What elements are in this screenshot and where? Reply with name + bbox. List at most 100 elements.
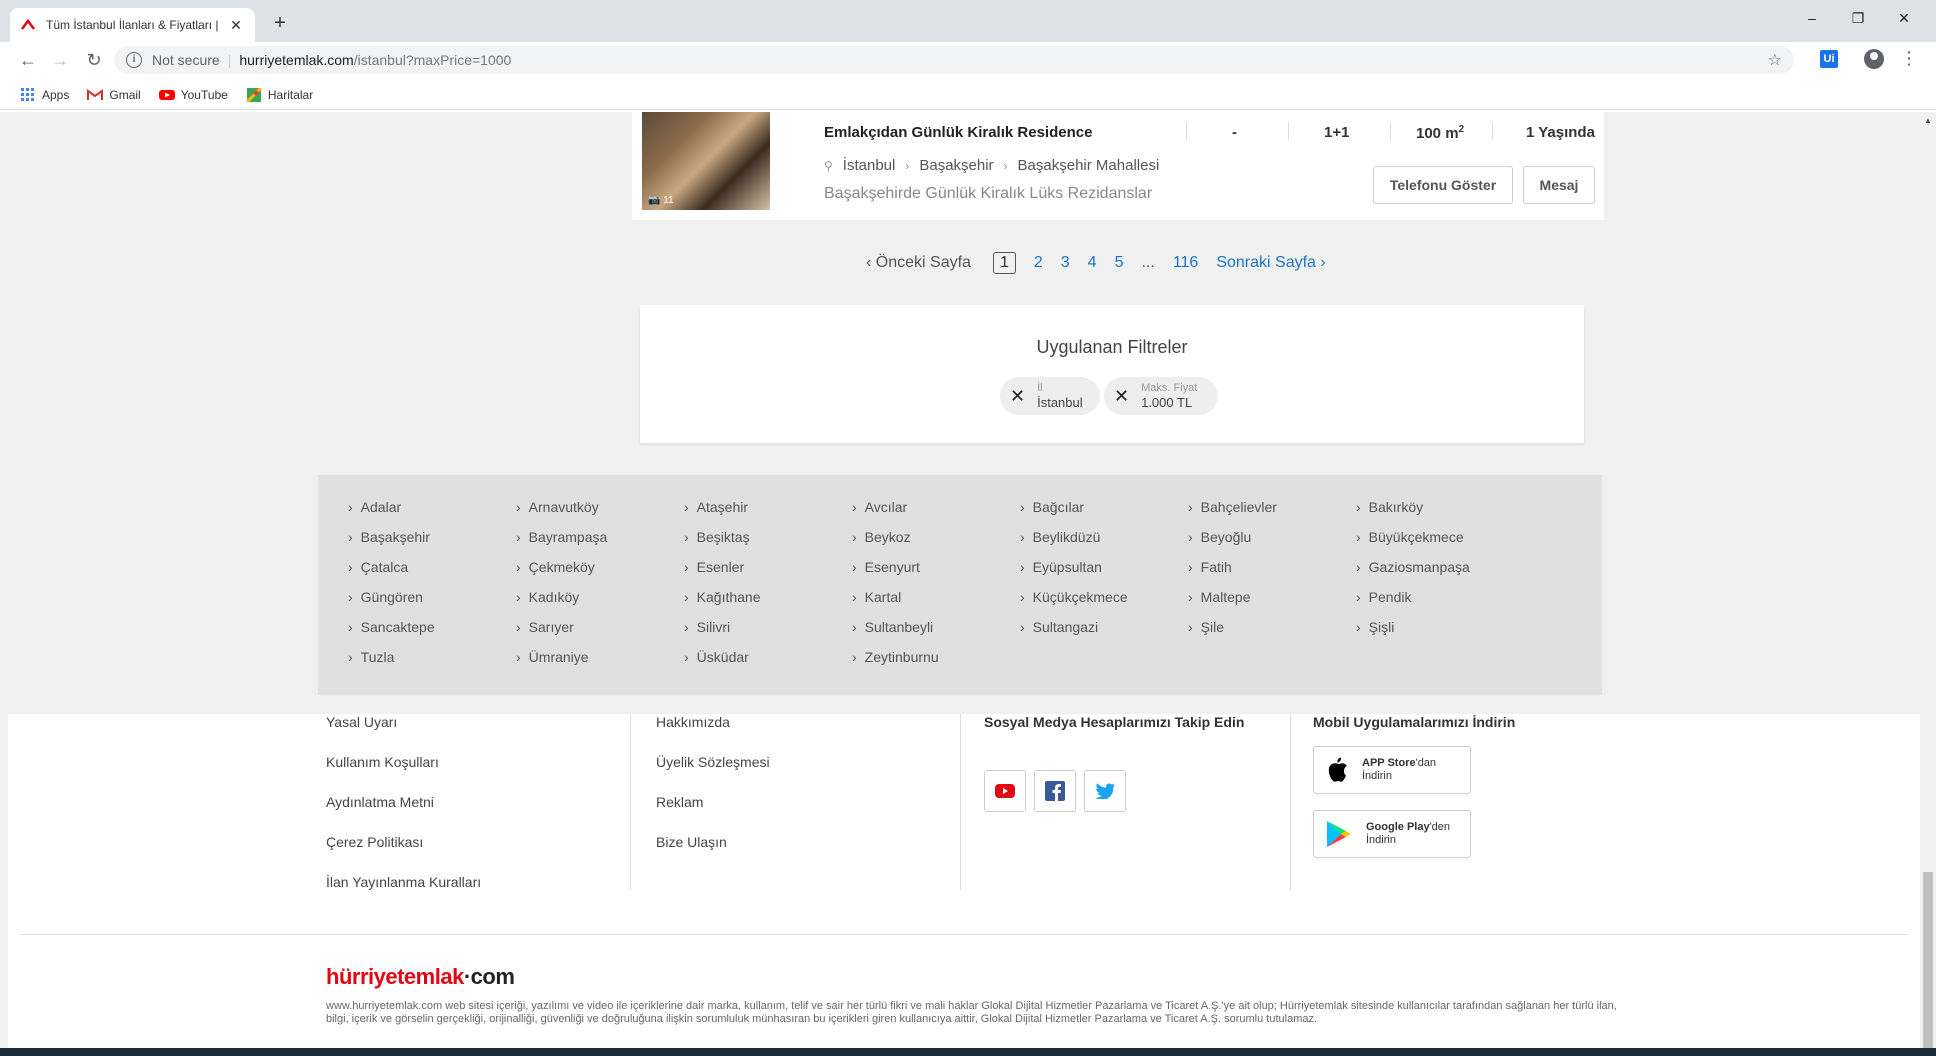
district-link[interactable]: Güngören [348, 589, 423, 605]
listing-title[interactable]: Emlakçıdan Günlük Kiralık Residence [824, 124, 1092, 141]
footer-link-about[interactable]: Hakkımızda [656, 714, 730, 730]
page-5-button[interactable]: 5 [1115, 254, 1124, 272]
twitter-social-button[interactable] [1084, 770, 1126, 812]
page-scrollbar[interactable]: ▲ [1920, 112, 1936, 1056]
hurriyetemlak-logo[interactable]: hürriyetemlak·com [326, 964, 515, 990]
bookmark-star-icon[interactable]: ☆ [1768, 50, 1782, 70]
applied-filters-heading: Uygulanan Filtreler [1036, 337, 1188, 357]
district-link[interactable]: Büyükçekmece [1356, 529, 1464, 545]
filter-chip-value: 1.000 TL [1141, 395, 1193, 410]
district-link[interactable]: Küçükçekmece [1020, 589, 1128, 605]
window-close-icon[interactable]: ✕ [1884, 10, 1924, 27]
remove-filter-icon[interactable]: ✕ [1010, 386, 1025, 407]
district-link[interactable]: Arnavutköy [516, 499, 599, 515]
district-link[interactable]: Çatalca [348, 559, 408, 575]
back-icon[interactable]: ← [16, 48, 40, 72]
bookmark-apps[interactable]: Apps [20, 87, 69, 102]
district-link[interactable]: Esenyurt [852, 559, 920, 575]
scrollbar-thumb[interactable] [1923, 872, 1933, 1050]
youtube-social-button[interactable] [984, 770, 1026, 812]
district-link[interactable]: Esenler [684, 559, 744, 575]
location-city[interactable]: İstanbul [843, 157, 896, 174]
show-phone-button[interactable]: Telefonu Göster [1373, 166, 1513, 204]
district-link[interactable]: Zeytinburnu [852, 649, 939, 665]
district-link[interactable]: Tuzla [348, 649, 395, 665]
os-taskbar [0, 1048, 1936, 1056]
district-link[interactable]: Silivri [684, 619, 730, 635]
district-link[interactable]: Ataşehir [684, 499, 748, 515]
district-link[interactable]: Üsküdar [684, 649, 749, 665]
district-link[interactable]: Ümraniye [516, 649, 589, 665]
browser-tab[interactable]: Tüm İstanbul İlanları & Fiyatları | ✕ [10, 8, 255, 42]
district-link[interactable]: Bayrampaşa [516, 529, 608, 545]
address-bar[interactable]: i Not secure | hurriyetemlak.com /istanb… [114, 46, 1794, 74]
footer-link-contact[interactable]: Bize Ulaşın [656, 834, 727, 850]
browser-menu-icon[interactable]: ⋮ [1900, 48, 1918, 69]
district-link[interactable]: Bakırköy [1356, 499, 1423, 515]
remove-filter-icon[interactable]: ✕ [1114, 386, 1129, 407]
district-link[interactable]: Şişli [1356, 619, 1395, 635]
forward-icon[interactable]: → [48, 48, 72, 72]
district-link[interactable]: Bağcılar [1020, 499, 1084, 515]
district-link[interactable]: Sultangazi [1020, 619, 1098, 635]
district-link[interactable]: Kadıköy [516, 589, 580, 605]
district-link[interactable]: Çekmeköy [516, 559, 595, 575]
listing-description[interactable]: Başakşehirde Günlük Kiralık Lüks Rezidan… [824, 185, 1152, 203]
app-store-button[interactable]: APP Store'dan İndirin [1313, 746, 1471, 794]
location-district[interactable]: Başakşehir [919, 157, 993, 174]
filter-chip-city[interactable]: ✕ İl İstanbul [1000, 377, 1100, 415]
scroll-up-arrow-icon[interactable]: ▲ [1924, 116, 1932, 125]
district-link[interactable]: Beylikdüzü [1020, 529, 1101, 545]
district-link[interactable]: Sultanbeyli [852, 619, 934, 635]
bookmark-youtube[interactable]: YouTube [158, 88, 228, 102]
footer-link-cookie-policy[interactable]: Çerez Politikası [326, 834, 423, 850]
district-link[interactable]: Beyoğlu [1188, 529, 1252, 545]
district-link[interactable]: Kartal [852, 589, 902, 605]
google-play-button[interactable]: Google Play'den İndirin [1313, 810, 1471, 858]
bookmark-maps[interactable]: Haritalar [245, 87, 313, 102]
restore-icon[interactable]: ❐ [1838, 10, 1878, 27]
district-link[interactable]: Bahçelievler [1188, 499, 1277, 515]
district-link[interactable]: Avcılar [852, 499, 908, 515]
district-link[interactable]: Sancaktepe [348, 619, 435, 635]
footer-link-legal-warning[interactable]: Yasal Uyarı [326, 714, 397, 730]
footer-link-listing-rules[interactable]: İlan Yayınlanma Kuralları [326, 874, 481, 890]
page-last-button[interactable]: 116 [1173, 254, 1199, 272]
listing-photo[interactable]: 📷 11 [642, 112, 770, 210]
page-1-button[interactable]: 1 [992, 252, 1016, 274]
footer-link-terms[interactable]: Kullanım Koşulları [326, 754, 439, 770]
district-link[interactable]: Şile [1188, 619, 1224, 635]
minimize-icon[interactable]: – [1792, 10, 1832, 26]
district-link[interactable]: Pendik [1356, 589, 1412, 605]
next-page-link[interactable]: Sonraki Sayfa › [1216, 254, 1325, 272]
filter-chip-max-price[interactable]: ✕ Maks. Fiyat 1.000 TL [1104, 377, 1218, 415]
profile-icon[interactable] [1864, 49, 1884, 69]
extension-ui-icon[interactable]: Ui [1820, 50, 1838, 68]
new-tab-icon[interactable]: + [268, 12, 292, 35]
listing-card[interactable]: 📷 11 Emlakçıdan Günlük Kiralık Residence… [632, 112, 1604, 220]
footer-link-advertising[interactable]: Reklam [656, 794, 703, 810]
district-link[interactable]: Beykoz [852, 529, 911, 545]
district-link[interactable]: Gaziosmanpaşa [1356, 559, 1470, 575]
district-link[interactable]: Beşiktaş [684, 529, 750, 545]
district-link[interactable]: Kağıthane [684, 589, 761, 605]
location-neighborhood[interactable]: Başakşehir Mahallesi [1018, 157, 1160, 174]
page-4-button[interactable]: 4 [1088, 254, 1097, 272]
reload-icon[interactable]: ↻ [82, 48, 106, 72]
info-icon[interactable]: i [126, 52, 142, 68]
facebook-social-button[interactable] [1034, 770, 1076, 812]
message-button[interactable]: Mesaj [1523, 166, 1595, 204]
footer-link-disclosure[interactable]: Aydınlatma Metni [326, 794, 434, 810]
page-3-button[interactable]: 3 [1061, 254, 1070, 272]
district-link[interactable]: Adalar [348, 499, 401, 515]
page-2-button[interactable]: 2 [1034, 254, 1043, 272]
tab-close-icon[interactable]: ✕ [227, 17, 245, 34]
district-link[interactable]: Eyüpsultan [1020, 559, 1102, 575]
previous-page-link[interactable]: ‹ Önceki Sayfa [866, 254, 971, 272]
district-link[interactable]: Fatih [1188, 559, 1232, 575]
district-link[interactable]: Sarıyer [516, 619, 574, 635]
footer-link-membership[interactable]: Üyelik Sözleşmesi [656, 754, 770, 770]
bookmark-gmail[interactable]: Gmail [87, 88, 141, 102]
district-link[interactable]: Başakşehir [348, 529, 430, 545]
district-link[interactable]: Maltepe [1188, 589, 1251, 605]
